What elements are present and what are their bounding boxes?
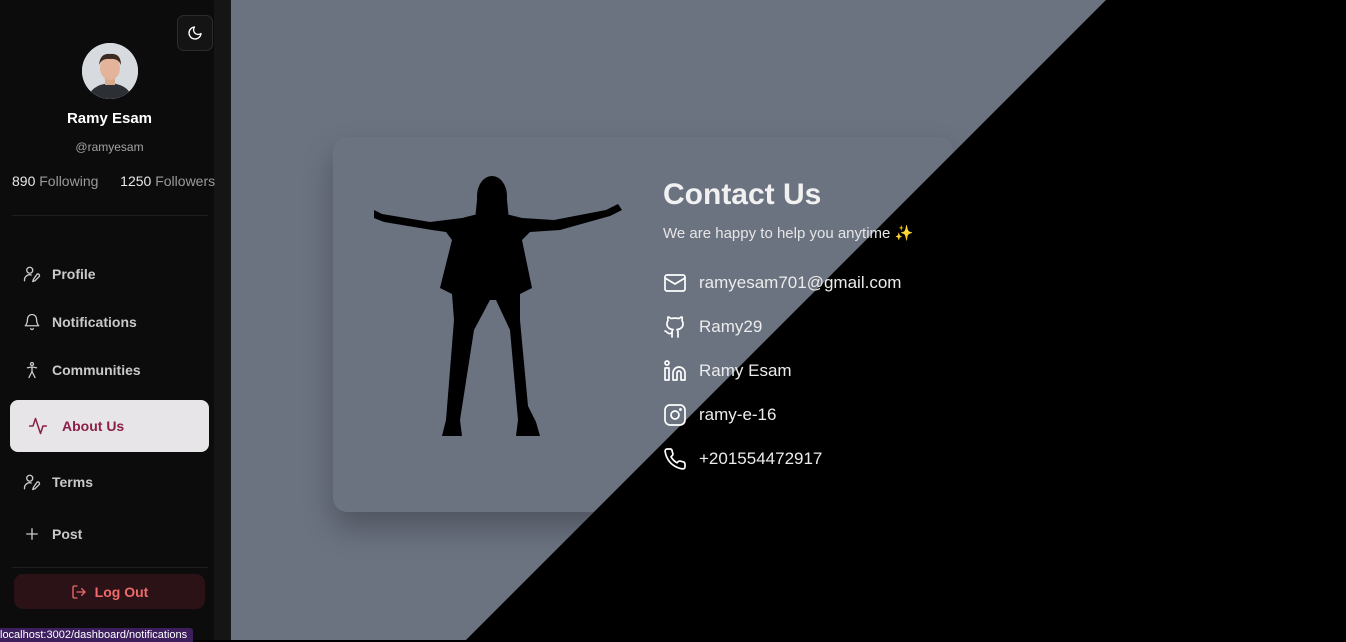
sidebar-item-communities[interactable]: Communities	[10, 346, 209, 394]
sidebar-divider	[12, 215, 208, 216]
sidebar: Ramy Esam @ramyesam 890 Following 1250 F…	[0, 0, 231, 640]
user-edit-icon	[22, 472, 42, 492]
bell-icon	[22, 312, 42, 332]
moon-icon	[187, 25, 203, 41]
sidebar-bottom-divider	[12, 567, 208, 568]
phone-icon	[663, 447, 687, 471]
contact-instagram-text: ramy-e-16	[699, 405, 777, 424]
following-count: 890	[12, 173, 36, 189]
sidebar-item-label: Post	[52, 526, 83, 542]
contact-email-text: ramyesam701@gmail.com	[699, 273, 902, 292]
contact-phone[interactable]: +201554472917	[663, 446, 822, 472]
person-icon	[22, 360, 42, 380]
contact-linkedin[interactable]: Ramy Esam	[663, 358, 792, 384]
profile-handle: @ramyesam	[75, 140, 144, 154]
sidebar-item-label: Profile	[52, 266, 96, 282]
instagram-icon	[663, 403, 687, 427]
contact-github[interactable]: Ramy29	[663, 314, 762, 340]
followers-count: 1250	[120, 173, 152, 189]
activity-icon	[28, 416, 48, 436]
sidebar-scrollbar[interactable]	[214, 0, 230, 640]
theme-toggle-button[interactable]	[177, 15, 213, 51]
contact-phone-text: +201554472917	[699, 449, 823, 468]
contact-title: Contact Us	[663, 178, 822, 211]
sidebar-item-label: Communities	[52, 362, 141, 378]
logout-label: Log Out	[94, 583, 149, 600]
sidebar-item-label: Terms	[52, 474, 93, 490]
sidebar-item-label: About Us	[62, 418, 125, 434]
logout-button[interactable]: Log Out	[14, 574, 205, 609]
mail-icon	[663, 271, 687, 295]
following-label[interactable]: Following	[39, 173, 98, 189]
sidebar-item-post[interactable]: Post	[10, 510, 209, 558]
profile-name: Ramy Esam	[66, 110, 153, 127]
contact-instagram[interactable]: ramy-e-16	[663, 402, 776, 428]
plus-icon	[22, 524, 42, 544]
sidebar-item-terms[interactable]: Terms	[10, 458, 209, 506]
silhouette-illustration	[374, 176, 622, 436]
sidebar-item-about-us[interactable]: About Us	[10, 400, 209, 452]
profile-stats: 890 Following 1250 Followers	[12, 173, 215, 189]
contact-github-text: Ramy29	[699, 317, 763, 336]
contact-subtitle: We are happy to help you anytime ✨	[663, 225, 914, 242]
linkedin-icon	[663, 359, 687, 383]
logout-icon	[71, 584, 87, 600]
user-edit-icon	[22, 264, 42, 284]
sidebar-item-profile[interactable]: Profile	[10, 250, 209, 298]
sidebar-item-notifications[interactable]: Notifications	[10, 298, 209, 346]
contact-linkedin-text: Ramy Esam	[699, 361, 792, 380]
followers-label[interactable]: Followers	[155, 173, 215, 189]
contact-email[interactable]: ramyesam701@gmail.com	[663, 270, 901, 296]
github-icon	[663, 315, 687, 339]
avatar[interactable]	[82, 43, 138, 99]
sidebar-item-label: Notifications	[52, 314, 137, 330]
